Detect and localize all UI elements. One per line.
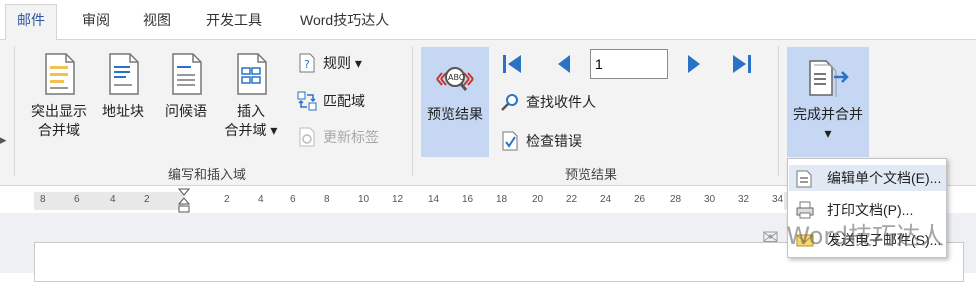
svg-text:?: ? bbox=[304, 58, 310, 71]
edit-documents-icon bbox=[796, 170, 812, 188]
ribbon-tab-bar: 邮件 审阅 视图 开发工具 Word技巧达人 bbox=[0, 0, 976, 41]
edit-documents-label: 编辑单个文档(E)... bbox=[827, 170, 942, 186]
group-separator bbox=[778, 46, 779, 176]
check-errors-icon bbox=[502, 131, 518, 151]
tab-mailings[interactable]: 邮件 bbox=[5, 4, 57, 41]
tab-view[interactable]: 视图 bbox=[141, 8, 173, 40]
ruler-tick-label: 8 bbox=[40, 194, 46, 205]
ruler-tick-label: 4 bbox=[110, 194, 116, 205]
next-record-button[interactable] bbox=[682, 52, 706, 76]
address-block-label: 地址块 bbox=[102, 103, 144, 119]
ruler-text-area bbox=[184, 192, 784, 210]
group-separator bbox=[14, 46, 15, 176]
finish-merge-label: 完成并合并 ▾ bbox=[793, 106, 863, 141]
ruler-tick-label: 14 bbox=[428, 194, 440, 205]
edit-individual-documents-item[interactable]: 编辑单个文档(E)... bbox=[789, 165, 946, 191]
ruler-tick-label: 6 bbox=[290, 194, 296, 205]
check-errors-label: 检查错误 bbox=[526, 133, 582, 149]
address-block-icon bbox=[109, 53, 139, 95]
group-label-write-insert: 编写和插入域 bbox=[168, 167, 247, 182]
document-highlight-icon bbox=[45, 53, 75, 95]
greeting-line-icon bbox=[172, 53, 202, 95]
finish-merge-button[interactable]: 完成并合并 ▾ bbox=[787, 47, 869, 157]
tab-developer[interactable]: 开发工具 bbox=[204, 8, 264, 40]
ruler-tick-label: 30 bbox=[704, 194, 716, 205]
ruler-tick-label: 20 bbox=[532, 194, 544, 205]
address-block-button[interactable]: 地址块 bbox=[98, 52, 148, 121]
ruler-tick-label: 16 bbox=[462, 194, 474, 205]
match-fields-button[interactable]: 匹配域 bbox=[297, 88, 365, 114]
last-record-button[interactable] bbox=[730, 52, 754, 76]
check-errors-button[interactable]: 检查错误 bbox=[500, 128, 582, 154]
ruler-tick-label: 24 bbox=[600, 194, 612, 205]
rules-icon: ? bbox=[299, 53, 315, 73]
insert-merge-field-button[interactable]: 插入 合并域 ▾ bbox=[220, 52, 282, 140]
rules-label: 规则 ▾ bbox=[323, 55, 362, 71]
finish-merge-icon bbox=[809, 60, 849, 97]
greeting-line-label: 问候语 bbox=[165, 103, 207, 119]
update-labels-icon bbox=[299, 127, 315, 147]
match-fields-icon bbox=[297, 91, 317, 111]
ruler-tick-label: 2 bbox=[144, 194, 150, 205]
tab-review[interactable]: 审阅 bbox=[80, 8, 112, 40]
prev-group-fragment: ▸ bbox=[0, 132, 7, 147]
group-label-preview-results: 预览结果 bbox=[565, 167, 618, 182]
ruler-tick-label: 10 bbox=[358, 194, 370, 205]
find-recipient-label: 查找收件人 bbox=[526, 94, 596, 110]
find-recipient-button[interactable]: 查找收件人 bbox=[500, 89, 596, 115]
ruler-tick-label: 2 bbox=[224, 194, 230, 205]
update-labels-label: 更新标签 bbox=[323, 129, 379, 145]
ruler-tick-label: 26 bbox=[634, 194, 646, 205]
ruler-tick-label: 12 bbox=[392, 194, 404, 205]
ruler-tick-label: 18 bbox=[496, 194, 508, 205]
insert-merge-field-icon bbox=[237, 53, 267, 95]
rules-button[interactable]: ? 规则 ▾ bbox=[297, 50, 362, 76]
ruler-tick-label: 28 bbox=[670, 194, 682, 205]
watermark-text: Word技巧达人 bbox=[786, 222, 945, 250]
watermark: ✉ Word技巧达人 bbox=[762, 216, 944, 251]
ruler-tick-label: 6 bbox=[74, 194, 80, 205]
ruler-tick-label: 4 bbox=[258, 194, 264, 205]
preview-results-label: 预览结果 bbox=[427, 106, 483, 122]
ruler-tick-label: 22 bbox=[566, 194, 578, 205]
tab-word-tips[interactable]: Word技巧达人 bbox=[298, 8, 391, 40]
greeting-line-button[interactable]: 问候语 bbox=[158, 52, 214, 121]
insert-merge-field-label: 插入 合并域 ▾ bbox=[224, 103, 278, 138]
first-record-button[interactable] bbox=[500, 52, 524, 76]
previous-record-button[interactable] bbox=[552, 52, 576, 76]
highlight-merge-fields-button[interactable]: 突出显示 合并域 bbox=[24, 52, 94, 140]
wechat-icon: ✉ bbox=[762, 225, 779, 249]
record-number-input[interactable] bbox=[590, 49, 668, 79]
svg-text:ABC: ABC bbox=[448, 73, 465, 82]
ruler-tick-label: 34 bbox=[772, 194, 784, 205]
ruler-tick-label: 32 bbox=[738, 194, 750, 205]
ruler-tick-label: 8 bbox=[324, 194, 330, 205]
update-labels-button[interactable]: 更新标签 bbox=[297, 124, 379, 150]
preview-results-button[interactable]: ABC 预览结果 bbox=[421, 47, 489, 157]
highlight-merge-fields-label: 突出显示 合并域 bbox=[31, 103, 87, 138]
abc-preview-icon: ABC bbox=[436, 67, 474, 91]
group-separator bbox=[412, 46, 413, 176]
match-fields-label: 匹配域 bbox=[323, 93, 365, 109]
find-recipient-icon bbox=[501, 94, 518, 111]
